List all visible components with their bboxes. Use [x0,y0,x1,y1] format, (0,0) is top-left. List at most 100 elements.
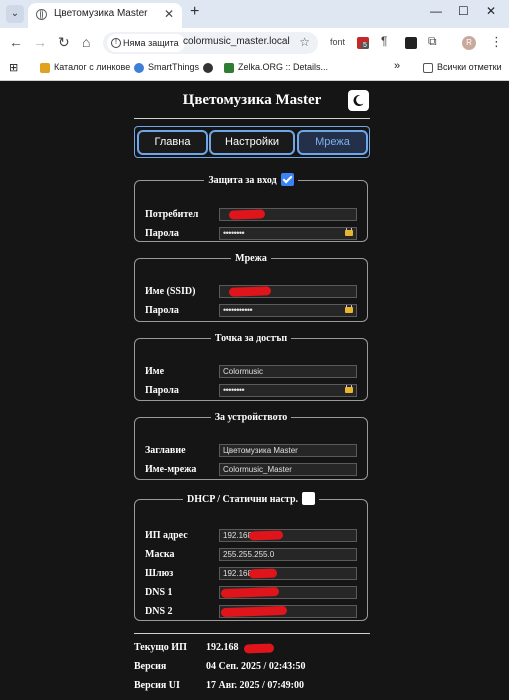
info-label: Версия [134,661,167,672]
access-point-section: Точка за достъп Име Colormusic Парола ••… [134,333,368,401]
field-label: Маска [145,549,175,560]
section-legend: Защита за вход [204,173,297,187]
ext-badge: 5 [361,42,369,49]
smartthings-icon [134,63,144,73]
form-row: Шлюз 192.168 [145,567,357,581]
form-row: Заглавие Цветомузика Master [145,444,357,458]
bookmark-folder-icon [40,63,50,73]
menu-kebab-icon[interactable]: ⋮ [490,34,503,50]
lock-icon [345,385,353,393]
form-row: ИП адрес 192.168 [145,529,357,543]
bookmark-item[interactable]: Каталог с линкове [54,62,130,72]
redaction-mark [248,568,278,579]
wifi-password-input[interactable]: ••••••••••• [219,304,357,317]
bookmark-item[interactable]: Zelka.ORG :: Details... [238,62,328,72]
form-row: Маска 255.255.255.0 [145,548,357,562]
field-label: Парола [145,228,179,239]
bookmark-item[interactable]: SmartThings [148,62,199,72]
tab-settings[interactable]: Настройки [209,130,295,155]
divider [134,633,370,634]
ext-font-icon[interactable]: font [330,37,345,47]
form-row: DNS 1 [145,586,357,600]
globe-icon [36,9,47,20]
tab-search-icon[interactable]: ⌄ [6,5,24,23]
extensions-puzzle-icon[interactable]: ⧉ [428,34,437,49]
window-close-icon[interactable]: ✕ [486,4,496,18]
reload-icon[interactable]: ↻ [58,34,70,51]
tab-title: Цветомузика Master [54,8,148,19]
login-protection-checkbox[interactable] [280,173,294,186]
current-ip-value: 192.168 [206,642,239,653]
field-label: DNS 1 [145,587,173,598]
redaction-mark [248,530,284,541]
field-label: ИП адрес [145,530,188,541]
url-text[interactable]: colormusic_master.local [183,36,290,47]
field-label: DNS 2 [145,606,173,617]
form-row: Парола ••••••••••• [145,304,357,318]
device-section: За устройството Заглавие Цветомузика Mas… [134,412,368,480]
omnibox[interactable]: ! Няма защита colormusic_master.local ☆ [103,32,318,54]
more-bookmarks-icon[interactable]: » [394,60,400,72]
minimize-icon[interactable]: — [430,4,442,18]
form-row: DNS 2 [145,605,357,619]
profile-avatar[interactable]: R [462,36,476,50]
bookmarks-bar: ⊞ Каталог с линкове SmartThings Zelka.OR… [0,58,509,81]
form-row: Потребител [145,208,357,222]
version-row: Версия 04 Сеп. 2025 / 02:43:50 [134,661,370,675]
field-label: Потребител [145,209,199,220]
password-dots: ••••••••••• [223,305,253,315]
divider [134,118,370,119]
forward-icon[interactable]: → [33,34,47,50]
field-label: Парола [145,305,179,316]
browser-tab[interactable]: Цветомузика Master ✕ [28,3,182,28]
browser-tab-strip: ⌄ Цветомузика Master ✕ + — ☐ ✕ [0,0,509,28]
field-label: Име [145,366,165,377]
password-dots: •••••••• [223,228,245,238]
network-name-input[interactable]: Colormusic_Master [219,463,357,476]
lock-icon [345,305,353,313]
ap-name-input[interactable]: Colormusic [219,365,357,378]
ap-password-input[interactable]: •••••••• [219,384,357,397]
current-ip-row: Текущо ИП 192.168 [134,642,370,656]
ext-dark-icon[interactable] [405,37,417,49]
ip-address-input[interactable]: 192.168 [219,529,357,542]
section-legend: За устройството [214,412,288,423]
gateway-input[interactable]: 192.168 [219,567,357,580]
close-tab-icon[interactable]: ✕ [164,7,174,21]
security-label: Няма защита [123,38,179,48]
subnet-mask-input[interactable]: 255.255.255.0 [219,548,357,561]
back-icon[interactable]: ← [9,34,23,50]
section-legend: Точка за достъп [214,333,288,344]
apps-grid-icon[interactable]: ⊞ [9,61,18,74]
password-dots: •••••••• [223,385,245,395]
bookmark-star-icon[interactable]: ☆ [299,35,310,49]
field-label: Парола [145,385,179,396]
lock-icon [345,228,353,236]
info-label: Версия UI [134,680,180,691]
home-icon[interactable]: ⌂ [82,34,90,50]
field-label: Шлюз [145,568,174,579]
all-bookmarks[interactable]: Всички отметки [437,62,502,72]
form-row: Име Colormusic [145,365,357,379]
field-label: Име (SSID) [145,286,196,297]
security-chip[interactable]: ! Няма защита [107,34,185,52]
static-settings-checkbox[interactable] [302,492,316,505]
ext-paragraph-icon[interactable]: ¶ [381,34,387,48]
login-protection-section: Защита за вход Потребител Парола •••••••… [134,173,368,242]
device-title-input[interactable]: Цветомузика Master [219,444,357,457]
form-row: Парола •••••••• [145,227,357,241]
tab-main[interactable]: Главна [137,130,208,155]
dhcp-static-section: DHCP / Статични настр. ИП адрес 192.168 … [134,492,368,621]
ui-version-row: Версия UI 17 Авг. 2025 / 07:49:00 [134,680,370,694]
form-row: Име-мрежа Colormusic_Master [145,463,357,477]
folder-icon [423,63,433,73]
tab-network[interactable]: Мрежа [297,130,368,155]
network-section: Мрежа Име (SSID) Парола ••••••••••• [134,253,368,322]
login-password-input[interactable]: •••••••• [219,227,357,240]
new-tab-button[interactable]: + [190,3,199,21]
ui-version-value: 17 Авг. 2025 / 07:49:00 [206,680,304,691]
globe-icon [203,63,213,73]
theme-toggle-button[interactable] [348,90,369,111]
maximize-icon[interactable]: ☐ [458,4,469,18]
moon-icon [353,94,364,106]
